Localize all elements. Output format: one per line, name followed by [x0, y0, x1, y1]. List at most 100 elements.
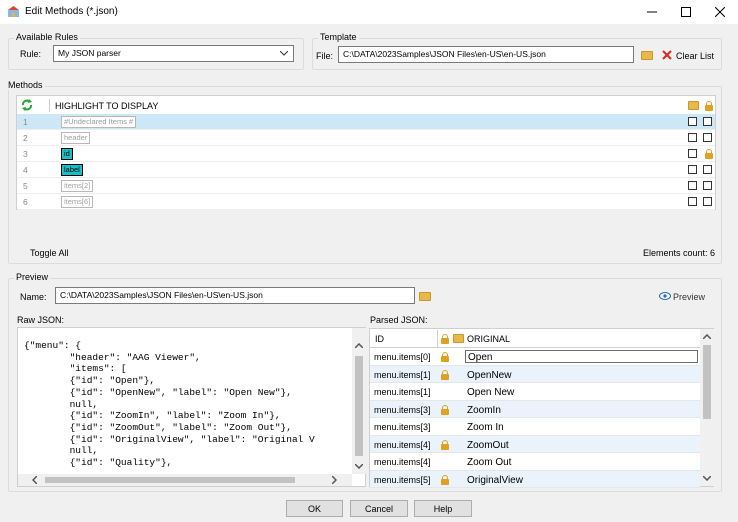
lock-checkbox[interactable]	[703, 165, 712, 174]
display-checkbox[interactable]	[688, 197, 697, 206]
parsed-id: menu.items[5]	[374, 474, 431, 485]
folder-header-icon	[453, 334, 464, 343]
parsed-row[interactable]: menu.items[4] Zoom Out	[370, 453, 700, 471]
cancel-button[interactable]: Cancel	[350, 500, 408, 517]
method-tag[interactable]: label	[61, 164, 83, 176]
parsed-original[interactable]: ZoomIn	[465, 404, 501, 417]
lock-icon	[441, 439, 449, 450]
raw-json-panel[interactable]: {"menu": { "header": "AAG Viewer", "item…	[17, 327, 366, 487]
scroll-down-icon[interactable]	[355, 464, 363, 469]
parsed-id: menu.items[0]	[374, 352, 431, 362]
display-checkbox[interactable]	[688, 133, 697, 142]
parsed-original[interactable]: Zoom Out	[465, 456, 511, 469]
maximize-icon	[681, 7, 691, 17]
template-file-input[interactable]: C:\DATA\2023Samples\JSON Files\en-US\en-…	[338, 46, 634, 63]
parsed-original[interactable]: ZoomOut	[465, 439, 509, 452]
parsed-row[interactable]: menu.items[4] ZoomOut	[370, 435, 700, 453]
minimize-icon	[647, 11, 657, 13]
refresh-icon[interactable]	[21, 99, 33, 111]
app-icon	[8, 6, 19, 17]
method-tag[interactable]: items[2]	[61, 180, 94, 192]
maximize-button[interactable]	[669, 0, 703, 24]
parsed-vertical-thumb[interactable]	[703, 345, 711, 419]
scroll-up-icon[interactable]	[355, 343, 363, 348]
method-tag[interactable]: items[6]	[61, 196, 94, 208]
parsed-vertical-scrollbar[interactable]	[700, 329, 714, 486]
parsed-json-label: Parsed JSON:	[370, 315, 428, 325]
lock-column-icon	[705, 101, 713, 111]
lock-checkbox[interactable]	[703, 181, 712, 190]
raw-vertical-scrollbar[interactable]	[352, 328, 366, 474]
parsed-row[interactable]: menu.items[5] OriginalView	[370, 470, 700, 488]
preview-button[interactable]: Preview	[673, 292, 705, 302]
clear-list-button[interactable]: Clear List	[676, 51, 714, 61]
preview-name-input[interactable]: C:\DATA\2023Samples\JSON Files\en-US\en-…	[55, 287, 415, 304]
row-number: 5	[23, 181, 28, 191]
parsed-original[interactable]: Open	[465, 350, 698, 363]
methods-grid: HIGHLIGHT TO DISPLAY 1 #Undeclared Items …	[16, 95, 716, 210]
file-label: File:	[316, 51, 334, 61]
scroll-left-icon[interactable]	[32, 476, 37, 484]
template-label: Template	[318, 32, 359, 42]
display-checkbox[interactable]	[688, 149, 697, 158]
parsed-original[interactable]: OpenNew	[465, 369, 511, 382]
parsed-row[interactable]: menu.items[3] ZoomIn	[370, 400, 700, 418]
lock-icon	[441, 352, 449, 362]
method-tag[interactable]: header	[61, 132, 91, 144]
ok-button[interactable]: OK	[286, 500, 343, 517]
highlight-header: HIGHLIGHT TO DISPLAY	[55, 101, 159, 111]
col-divider	[437, 330, 438, 347]
parsed-original[interactable]: Zoom In	[465, 421, 504, 434]
row-number: 1	[23, 117, 28, 127]
method-tag[interactable]: #Undeclared Items #	[61, 116, 137, 128]
lock-checkbox[interactable]	[703, 133, 712, 142]
parsed-header: ID ORIGINAL	[370, 329, 700, 348]
lock-icon	[441, 404, 449, 415]
parsed-scroll-down-icon[interactable]	[703, 476, 711, 481]
parsed-original[interactable]: OriginalView	[465, 474, 523, 487]
parsed-id: menu.items[3]	[374, 422, 431, 432]
parsed-id: menu.items[3]	[374, 404, 431, 415]
lock-checkbox[interactable]	[703, 117, 712, 126]
raw-horizontal-thumb[interactable]	[45, 477, 295, 483]
display-checkbox[interactable]	[688, 117, 697, 126]
col-id-header: ID	[375, 334, 384, 344]
method-row[interactable]: 1 #Undeclared Items #	[17, 114, 715, 130]
parsed-original[interactable]: Open New	[465, 386, 514, 399]
clear-list-icon	[662, 50, 672, 60]
parsed-json-grid: ID ORIGINAL menu.items[0] Open menu.items[…	[369, 328, 714, 488]
lock-icon	[441, 369, 449, 380]
parsed-row[interactable]: menu.items[0] Open	[370, 348, 700, 366]
raw-horizontal-scrollbar[interactable]	[18, 474, 352, 486]
parsed-row[interactable]: menu.items[3] Zoom In	[370, 418, 700, 436]
folder-column-icon	[688, 101, 699, 110]
raw-vertical-thumb[interactable]	[355, 356, 363, 456]
rule-select[interactable]: My JSON parser	[53, 45, 294, 62]
method-row[interactable]: 6 items[6]	[17, 194, 715, 210]
display-checkbox[interactable]	[688, 165, 697, 174]
open-folder-icon[interactable]	[641, 51, 653, 60]
row-number: 6	[23, 197, 28, 207]
lock-checkbox[interactable]	[703, 197, 712, 206]
minimize-button[interactable]	[635, 0, 669, 24]
parsed-scroll-up-icon[interactable]	[703, 334, 711, 339]
method-row[interactable]: 4 label	[17, 162, 715, 178]
method-row[interactable]: 2 header	[17, 130, 715, 146]
scroll-right-icon[interactable]	[332, 476, 337, 484]
parsed-row[interactable]: menu.items[1] Open New	[370, 383, 700, 401]
elements-count: Elements count: 6	[643, 248, 716, 258]
close-button[interactable]	[703, 0, 737, 24]
preview-folder-icon[interactable]	[419, 292, 431, 301]
raw-json-label: Raw JSON:	[17, 315, 65, 325]
header-divider	[49, 99, 50, 112]
help-button[interactable]: Help	[414, 500, 472, 517]
method-row[interactable]: 3 id	[17, 146, 715, 162]
preview-label: Preview	[14, 272, 51, 282]
parsed-row[interactable]: menu.items[1] OpenNew	[370, 365, 700, 383]
lock-icon[interactable]	[705, 149, 713, 159]
method-tag[interactable]: id	[61, 148, 73, 160]
toggle-all-button[interactable]: Toggle All	[30, 248, 69, 258]
rule-label: Rule:	[20, 49, 42, 59]
display-checkbox[interactable]	[688, 181, 697, 190]
method-row[interactable]: 5 items[2]	[17, 178, 715, 194]
